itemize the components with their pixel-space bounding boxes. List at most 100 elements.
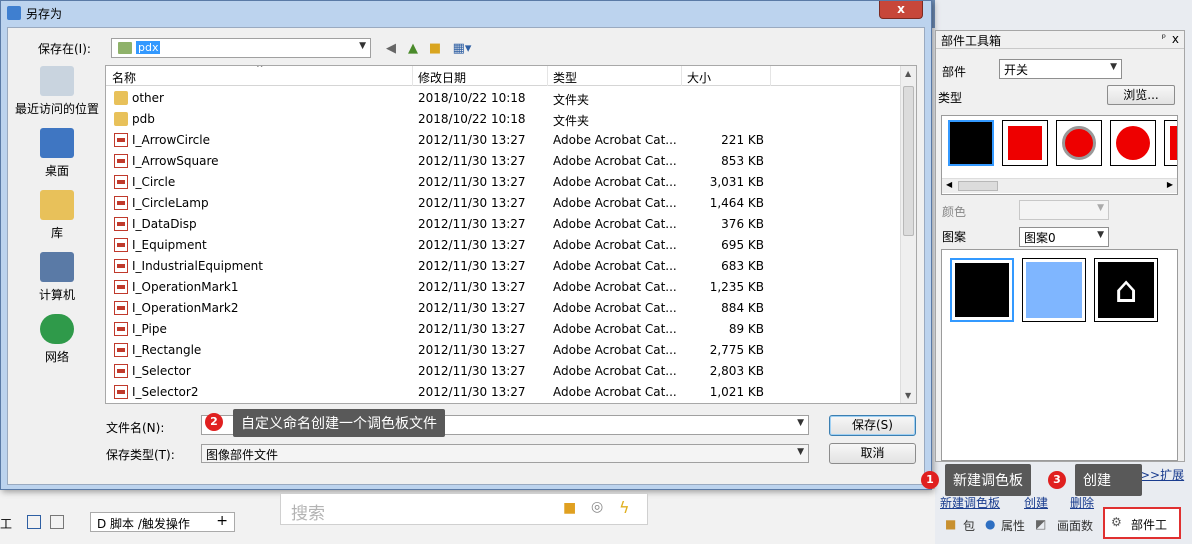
file-row[interactable]: other 2018/10/22 10:18 文件夹 [106,88,902,109]
new-folder-icon[interactable]: ■ [426,39,444,57]
tab-package[interactable]: 包 [963,517,975,534]
part-type-gallery[interactable]: ◀ ▶ [941,115,1178,195]
file-row[interactable]: pdb 2018/10/22 10:18 文件夹 [106,109,902,130]
part-thumb-red-square[interactable] [1002,120,1048,166]
grid-view-icon[interactable] [27,515,41,529]
tab-canvas[interactable]: 画面数 [1057,517,1093,534]
file-row[interactable]: I_Rectangle 2012/11/30 13:27 Adobe Acrobat… [106,340,902,361]
place-label: 最近访问的位置 [14,102,99,116]
save-in-dropdown[interactable]: pdx ▼ [111,38,371,58]
script-trigger-tab[interactable]: D 脚本 /触发操作 + [90,512,235,532]
scroll-right-icon[interactable]: ▶ [1167,180,1173,189]
place-recent[interactable]: 最近访问的位置 [8,66,106,117]
pdf-file-icon [114,343,128,357]
column-divider[interactable] [547,66,548,86]
tab-properties[interactable]: 属性 [1001,517,1025,534]
close-icon[interactable]: x [1172,32,1179,46]
close-button[interactable]: x [879,1,923,19]
file-row[interactable]: I_ArrowCircle 2012/11/30 13:27 Adobe Acrob… [106,130,902,151]
column-header-size[interactable]: 大小 [687,69,711,86]
file-date: 2018/10/22 10:18 [418,91,526,105]
file-size: 221 KB [721,133,764,147]
file-type: Adobe Acrobat Cat... [553,238,677,252]
part-thumb-partial[interactable] [1164,120,1177,166]
lightning-icon[interactable]: ϟ [619,498,630,517]
column-header-name[interactable]: 名称 [112,69,136,86]
annotation-badge-2: 2 [205,413,223,431]
file-row[interactable]: I_DataDisp 2012/11/30 13:27 Adobe Acrobat … [106,214,902,235]
file-row[interactable]: I_Pipe 2012/11/30 13:27 Adobe Acrobat Cat.… [106,319,902,340]
part-thumb-red-circle[interactable] [1110,120,1156,166]
new-palette-link[interactable]: 新建调色板 [940,494,1000,511]
file-type: 文件夹 [553,93,590,107]
file-row[interactable]: I_Selector 2012/11/30 13:27 Adobe Acrobat … [106,361,902,382]
file-row[interactable]: I_IndustrialEquipment 2012/11/30 13:27 Ado… [106,256,902,277]
file-type: Adobe Acrobat Cat... [553,154,677,168]
column-divider[interactable] [412,66,413,86]
file-type: Adobe Acrobat Cat... [553,217,677,231]
place-library[interactable]: 库 [8,190,106,241]
gear-icon[interactable]: ◎ [591,499,603,515]
file-row[interactable]: I_OperationMark1 2012/11/30 13:27 Adobe Ac… [106,277,902,298]
file-row[interactable]: I_Equipment 2012/11/30 13:27 Adobe Acrobat… [106,235,902,256]
browse-button[interactable]: 浏览... [1107,85,1175,105]
view-menu-icon[interactable]: ▦▾ [450,39,474,57]
place-computer[interactable]: 计算机 [8,252,106,303]
scroll-left-icon[interactable]: ◀ [946,180,952,189]
place-label: 计算机 [38,288,75,302]
column-header-date[interactable]: 修改日期 [418,69,466,86]
tab-parts[interactable]: ⚙ 部件工 [1103,507,1181,539]
horizontal-scrollbar[interactable]: ◀ ▶ [942,178,1177,193]
chevron-down-icon[interactable]: ▼ [797,418,804,428]
file-name: I_OperationMark2 [132,301,239,315]
place-network[interactable]: 网络 [8,314,106,365]
file-date: 2018/10/22 10:18 [418,112,526,126]
file-row[interactable]: I_ArrowSquare 2012/11/30 13:27 Adobe Acrob… [106,151,902,172]
file-row[interactable]: I_Circle 2012/11/30 13:27 Adobe Acrobat Ca… [106,172,902,193]
file-size: 3,031 KB [709,175,764,189]
place-desktop[interactable]: 桌面 [8,128,106,179]
scroll-up-icon[interactable]: ▲ [905,69,911,78]
page-view-icon[interactable] [50,515,64,529]
file-name: I_Pipe [132,322,167,336]
part-thumb-red-button[interactable] [1056,120,1102,166]
file-size: 2,803 KB [709,364,764,378]
file-rows: other 2018/10/22 10:18 文件夹 pdb 2018/10/22 10… [106,88,902,403]
file-list[interactable]: 名称 ^ 修改日期 类型 大小 other 2018/10/22 10:18 文件夹… [105,65,917,404]
scroll-thumb[interactable] [903,86,914,236]
part-dropdown[interactable]: 开关 ▼ [999,59,1122,79]
cancel-button[interactable]: 取消 [829,443,916,464]
pattern-thumb-selected[interactable] [950,258,1014,322]
scroll-down-icon[interactable]: ▼ [905,391,911,400]
dialog-title-bar[interactable]: 另存为 x [1,1,931,25]
pattern-dropdown[interactable]: 图案0 ▼ [1019,227,1109,247]
pattern-thumb-blue[interactable] [1022,258,1086,322]
filetype-dropdown[interactable]: 图像部件文件 ▼ [201,444,809,463]
file-row[interactable]: I_CircleLamp 2012/11/30 13:27 Adobe Acroba… [106,193,902,214]
save-button[interactable]: 保存(S) [829,415,916,436]
up-folder-icon[interactable]: ▲ [404,39,422,57]
search-box[interactable]: 搜索 ■ ◎ ϟ [280,493,648,525]
create-link[interactable]: 创建 [1024,494,1048,511]
column-divider[interactable] [770,66,771,86]
pattern-gallery[interactable]: ⌂ [941,249,1178,461]
delete-link[interactable]: 删除 [1070,494,1094,511]
pdf-file-icon [114,154,128,168]
library-icon [40,190,74,220]
pattern-thumb-house[interactable]: ⌂ [1094,258,1158,322]
add-tab-icon[interactable]: + [216,513,228,529]
scroll-thumb[interactable] [958,181,998,191]
column-divider[interactable] [681,66,682,86]
file-row[interactable]: I_Selector2 2012/11/30 13:27 Adobe Acrobat… [106,382,902,403]
vertical-scrollbar[interactable]: ▲ ▼ [900,66,916,403]
back-icon[interactable]: ◀ [382,39,400,57]
pin-icon[interactable]: ᵖ [1162,33,1166,44]
annotation-tooltip-1: 新建调色板 [945,464,1031,496]
folder-icon [114,112,128,126]
place-label: 库 [50,226,63,240]
note-icon[interactable]: ■ [563,500,576,516]
file-row[interactable]: I_OperationMark2 2012/11/30 13:27 Adobe Ac… [106,298,902,319]
column-header-type[interactable]: 类型 [553,69,577,86]
part-thumb-selected[interactable] [948,120,994,166]
expand-link[interactable]: >>扩展 [1140,466,1184,483]
